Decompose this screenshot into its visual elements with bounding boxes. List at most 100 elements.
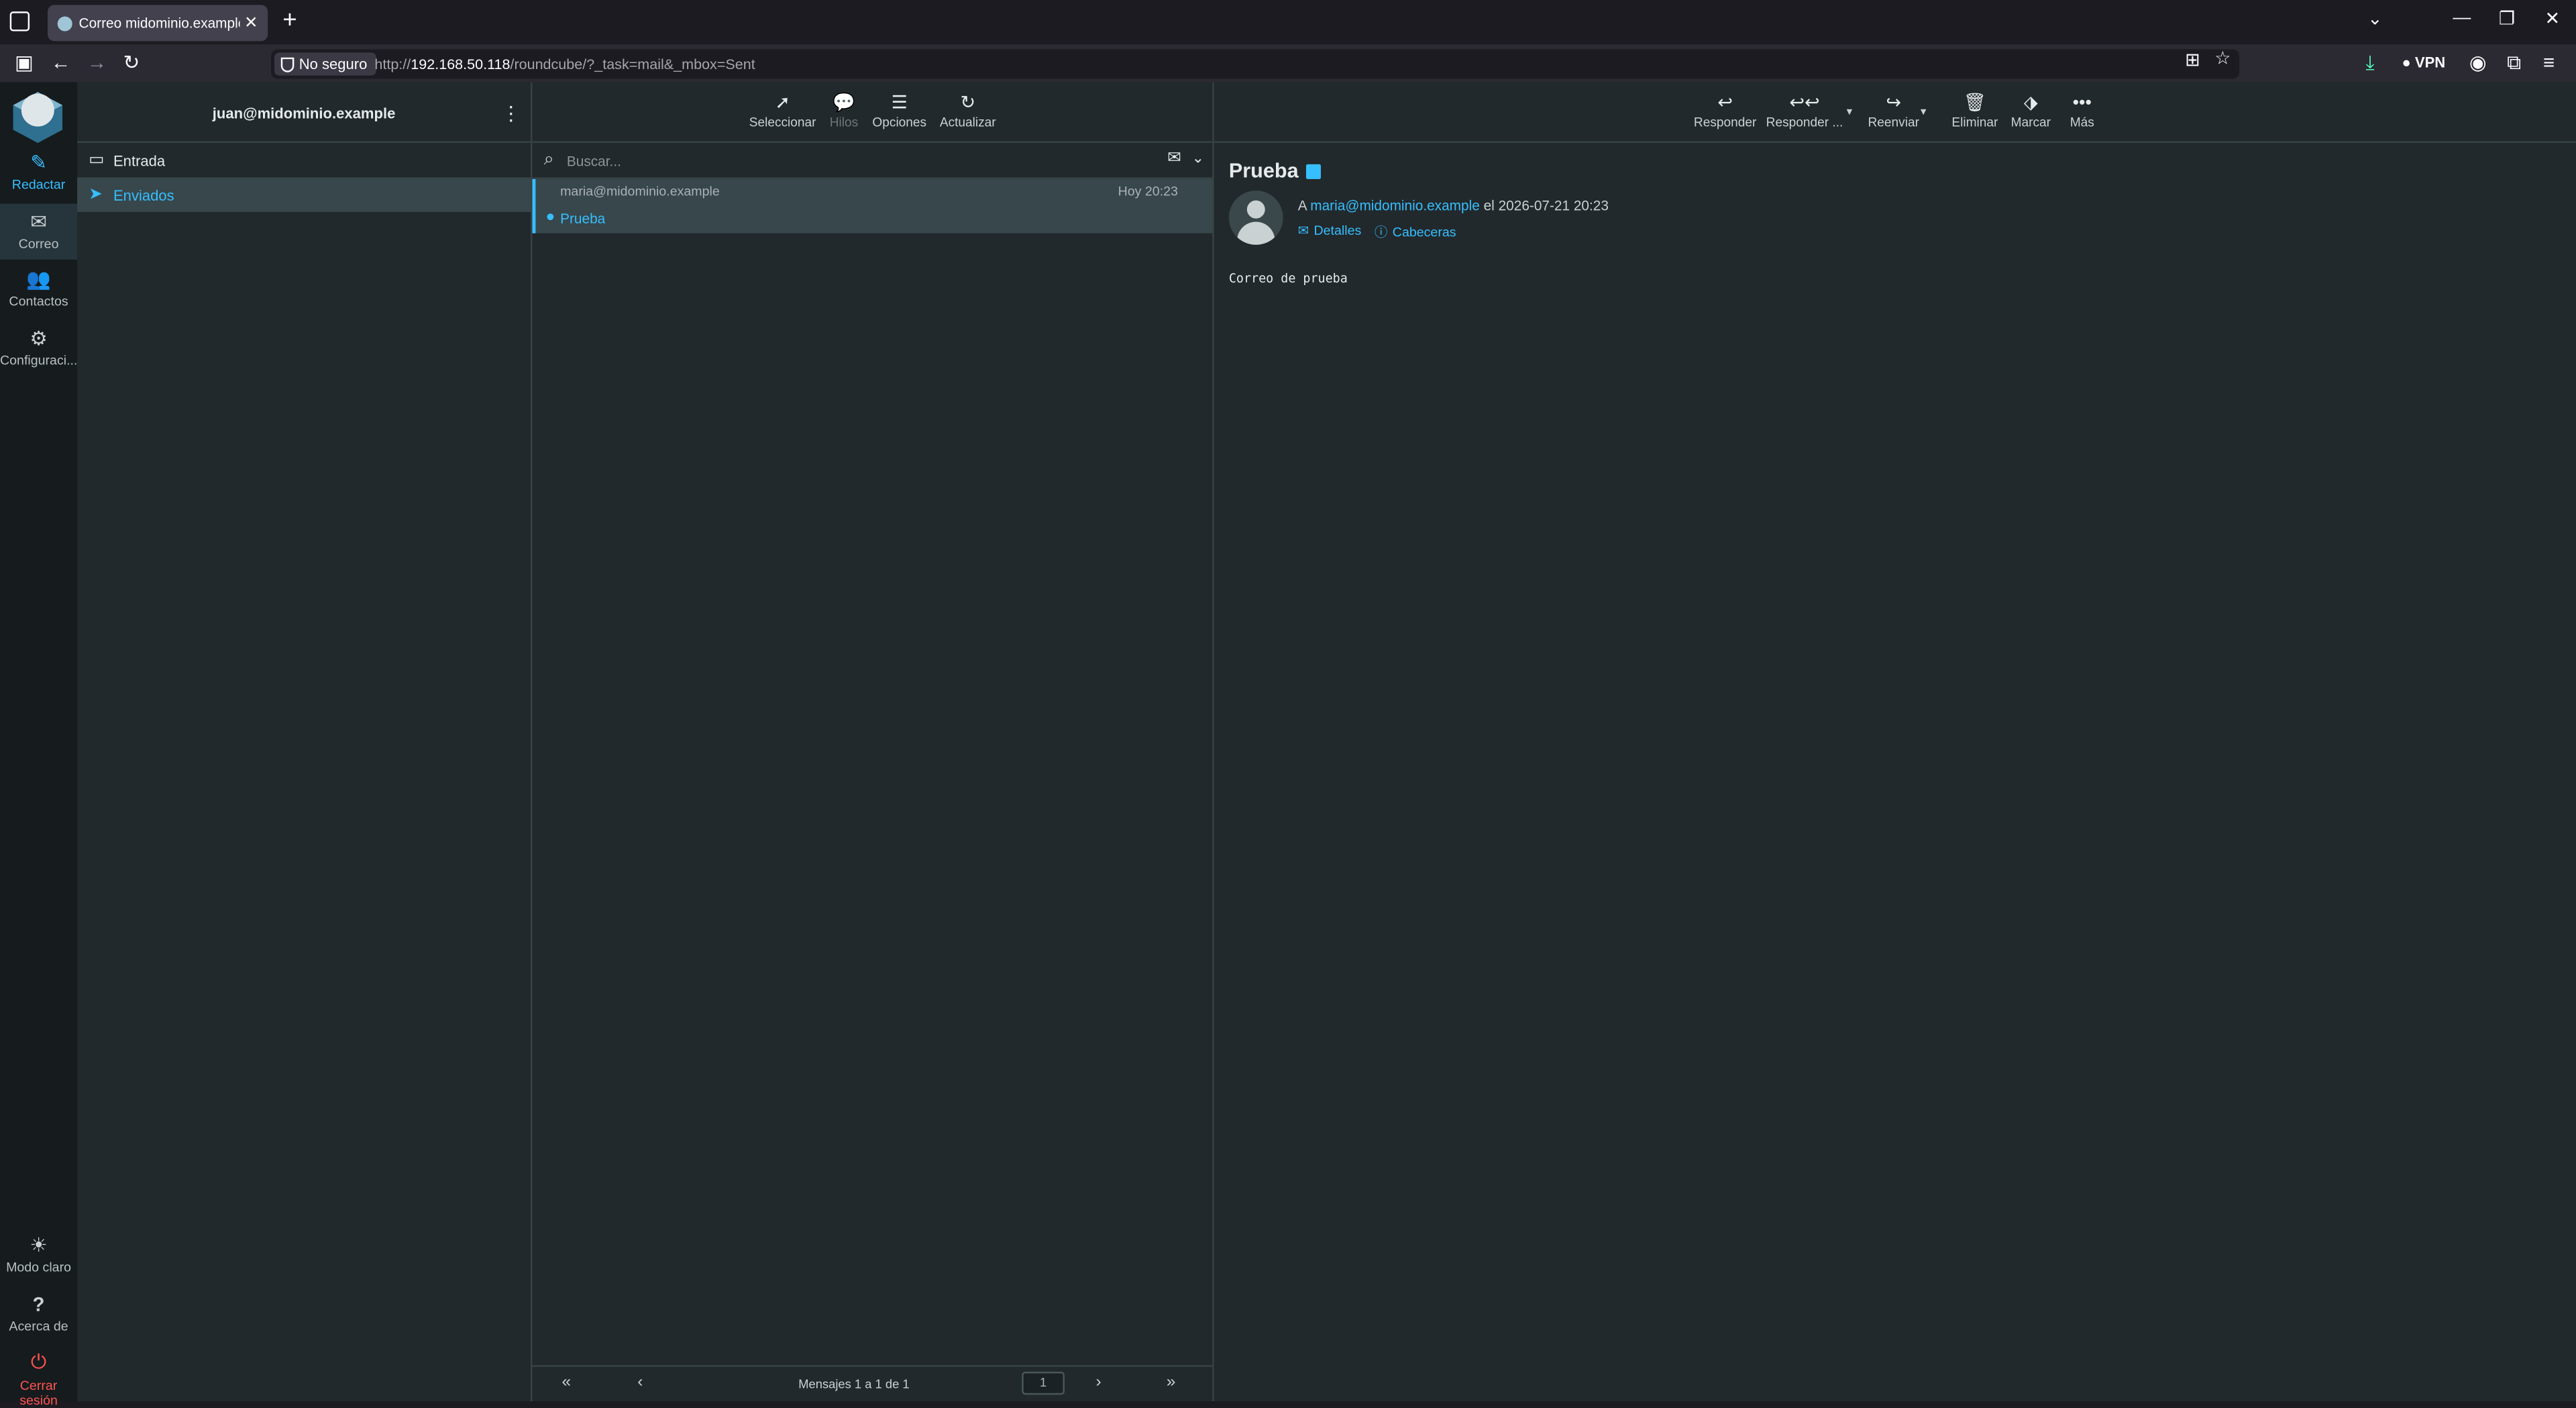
- light-mode-label: Modo claro: [6, 1260, 71, 1275]
- shield-icon: [280, 56, 294, 72]
- paper-plane-icon: ➤: [89, 185, 103, 204]
- new-tab-icon[interactable]: +: [282, 7, 297, 35]
- forward-icon[interactable]: →: [87, 51, 107, 74]
- message-date: Hoy 20:23: [1118, 184, 1178, 199]
- more-button[interactable]: ••• Más: [2070, 92, 2094, 130]
- downloads-icon[interactable]: ⤓: [2366, 51, 2375, 76]
- reload-icon[interactable]: ↻: [123, 51, 140, 74]
- folder-sent[interactable]: ➤ Enviados: [77, 177, 531, 212]
- reply-all-button[interactable]: ↩↩ Responder ...: [1766, 92, 1843, 130]
- subject-text: Prueba: [1228, 159, 1299, 182]
- folder-label: Enviados: [113, 186, 174, 203]
- inbox-icon: ▭: [89, 151, 105, 170]
- prev-page-icon[interactable]: ‹: [637, 1373, 643, 1391]
- select-label: Seleccionar: [749, 115, 816, 130]
- minimize-icon[interactable]: —: [2453, 8, 2471, 28]
- message-header-subject: Prueba: [1229, 160, 1322, 182]
- close-window-icon[interactable]: ✕: [2545, 8, 2561, 30]
- mail-label: Correo: [18, 236, 59, 252]
- envelope-filter-icon[interactable]: ✉: [1167, 150, 1181, 168]
- reader-view-icon[interactable]: ⊞: [2185, 49, 2200, 70]
- sidebar-toggle-icon[interactable]: ▣: [15, 51, 34, 74]
- refresh-button[interactable]: ↻ Actualizar: [940, 92, 996, 130]
- reply-button[interactable]: ↩ Responder: [1694, 92, 1756, 130]
- mark-label: Marcar: [2010, 115, 2051, 130]
- folder-options-icon[interactable]: ⋮: [501, 102, 521, 125]
- mail-button[interactable]: ✉ Correo: [0, 203, 78, 260]
- contacts-button[interactable]: 👥 Contactos: [0, 261, 77, 317]
- browser-tab-bar: Correo midominio.example :: En ✕ + ⌄ — ❐…: [0, 0, 2576, 45]
- select-button[interactable]: ➚ Seleccionar: [749, 92, 816, 130]
- restore-icon[interactable]: ❐: [2499, 8, 2515, 30]
- power-icon: ⏻: [30, 1350, 47, 1374]
- compose-icon: ✎: [30, 151, 47, 174]
- details-label: Detalles: [1313, 223, 1362, 239]
- threads-button[interactable]: 💬 Hilos: [829, 92, 859, 130]
- url-text[interactable]: http://192.168.50.118/roundcube/?_task=m…: [374, 56, 755, 72]
- vpn-button[interactable]: ● VPN: [2402, 54, 2445, 70]
- settings-button[interactable]: ⚙ Configuraci...: [0, 321, 77, 376]
- last-page-icon[interactable]: »: [1167, 1373, 1176, 1391]
- reply-all-dropdown-icon[interactable]: ▾: [1847, 105, 1853, 118]
- about-label: Acerca de: [9, 1319, 68, 1334]
- mark-button[interactable]: ⬗ Marcar: [2010, 92, 2051, 130]
- tab-title: Correo midominio.example :: En: [78, 15, 239, 32]
- contacts-icon: 👥: [26, 268, 51, 291]
- message-preview-pane: ↩ Responder ↩↩ Responder ... ▾ ↪ Reenviar ▾…: [1214, 82, 2576, 1401]
- bookmark-star-icon[interactable]: ☆: [2214, 48, 2231, 68]
- browser-nav-bar: ▣ ← → ↻ No seguro http://192.168.50.118/…: [0, 44, 2576, 83]
- back-icon[interactable]: ←: [51, 51, 70, 74]
- recipient-link[interactable]: maria@midominio.example: [1310, 197, 1480, 213]
- reply-all-label: Responder ...: [1766, 115, 1843, 130]
- contacts-label: Contactos: [9, 294, 68, 309]
- sliders-icon: ☰: [891, 93, 908, 113]
- menu-icon[interactable]: ≡: [2543, 51, 2555, 74]
- forward-button[interactable]: ↪ Reenviar: [1868, 92, 1919, 130]
- compose-button[interactable]: ✎ Redactar: [0, 145, 77, 201]
- headers-label: Cabeceras: [1392, 225, 1456, 240]
- forward-label: Reenviar: [1868, 115, 1919, 130]
- forward-dropdown-icon[interactable]: ▾: [1921, 105, 1927, 118]
- threads-label: Hilos: [829, 115, 859, 130]
- folder-pane: juan@midominio.example ⋮ ▭ Entrada ➤ Env…: [77, 82, 533, 1401]
- chevron-down-icon[interactable]: ⌄: [1192, 150, 1204, 168]
- message-row[interactable]: maria@midominio.example Hoy 20:23 Prueba: [532, 178, 1213, 233]
- about-button[interactable]: ? Acerca de: [0, 1287, 77, 1342]
- search-icon[interactable]: ⌕: [544, 150, 554, 171]
- headers-link[interactable]: ⓘ Cabeceras: [1375, 223, 1456, 241]
- tag-icon: ⬗: [2023, 93, 2038, 113]
- app-rail: ✎ Redactar ✉ Correo 👥 Contactos ⚙ Config…: [0, 82, 78, 1408]
- url-path: /roundcube/?_task=mail&_mbox=Sent: [510, 56, 755, 72]
- close-tab-icon[interactable]: ✕: [244, 14, 258, 32]
- browser-tab[interactable]: Correo midominio.example :: En ✕: [48, 5, 268, 42]
- folder-inbox[interactable]: ▭ Entrada: [77, 143, 531, 177]
- tab-overflow-icon[interactable]: ⌄: [2367, 8, 2383, 30]
- avatar: [1228, 191, 1283, 245]
- first-page-icon[interactable]: «: [562, 1373, 572, 1391]
- edit-icon[interactable]: [1306, 163, 1322, 178]
- options-button[interactable]: ☰ Opciones: [872, 92, 926, 130]
- roundcube-logo: [13, 92, 63, 144]
- url-prefix: http://: [374, 56, 411, 72]
- account-icon[interactable]: ◉: [2469, 51, 2487, 74]
- details-link[interactable]: ✉ Detalles: [1298, 223, 1362, 241]
- site-security-badge[interactable]: No seguro: [274, 52, 376, 76]
- search-input[interactable]: [566, 148, 1142, 173]
- folder-label: Entrada: [113, 152, 166, 169]
- light-mode-button[interactable]: ☀ Modo claro: [0, 1227, 77, 1283]
- compose-label: Redactar: [11, 177, 66, 193]
- search-bar: ⌕ ✉ ⌄: [532, 143, 1213, 179]
- tab-list-icon[interactable]: [9, 11, 30, 32]
- question-icon: ?: [32, 1293, 45, 1316]
- delete-button[interactable]: 🗑 Eliminar: [1951, 92, 1998, 130]
- next-page-icon[interactable]: ›: [1095, 1373, 1101, 1391]
- url-host: 192.168.50.118: [411, 56, 511, 72]
- vpn-label: VPN: [2414, 54, 2446, 71]
- sun-icon: ☀: [30, 1234, 48, 1257]
- logout-button[interactable]: ⏻ Cerrar sesión: [0, 1344, 77, 1408]
- page-input[interactable]: 1: [1022, 1371, 1065, 1395]
- message-body: Correo de prueba: [1228, 271, 1348, 286]
- extensions-icon[interactable]: ⧉: [2507, 51, 2521, 76]
- forward-icon: ↪: [1886, 93, 1901, 113]
- url-bar[interactable]: No seguro http://192.168.50.118/roundcub…: [271, 48, 2239, 79]
